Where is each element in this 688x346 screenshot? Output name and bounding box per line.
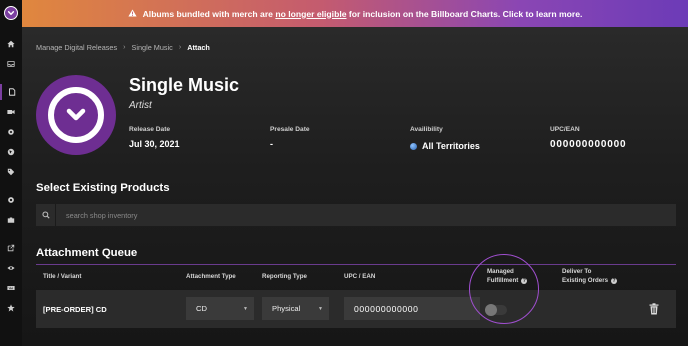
release-title: Single Music xyxy=(129,75,240,95)
row-title: [PRE-ORDER] CD xyxy=(43,305,107,314)
gear-icon[interactable] xyxy=(0,124,22,140)
warning-icon xyxy=(128,8,137,19)
search-bar xyxy=(36,204,676,226)
presale-date-label: Presale Date xyxy=(270,126,310,133)
globe-icon xyxy=(410,143,417,150)
chevron-right-icon: › xyxy=(123,44,126,51)
trash-icon[interactable] xyxy=(649,303,659,315)
attachment-type-select[interactable]: CD ▼ xyxy=(186,297,254,320)
release-date-label: Release Date xyxy=(129,126,171,133)
home-icon[interactable] xyxy=(0,36,22,52)
main-content: Manage Digital Releases › Single Music ›… xyxy=(22,27,688,346)
release-date-value: Jul 30, 2021 xyxy=(129,139,180,149)
video-icon[interactable] xyxy=(0,104,22,120)
chevron-right-icon: › xyxy=(178,44,182,51)
col-reporting-type: Reporting Type xyxy=(262,273,307,280)
upc-input[interactable]: 000000000000 xyxy=(344,297,480,320)
release-artwork xyxy=(36,75,116,155)
caret-down-icon: ▼ xyxy=(243,306,248,312)
col-upc-ean: UPC / EAN xyxy=(344,273,376,280)
app-logo[interactable] xyxy=(4,6,18,20)
eye-icon[interactable] xyxy=(0,260,22,276)
availability-value: All Territories xyxy=(410,141,480,151)
availability-text: All Territories xyxy=(422,141,480,151)
col-attachment-type: Attachment Type xyxy=(186,273,236,280)
col-deliver-existing: Deliver To Existing Orders? xyxy=(562,268,618,286)
chevron-down-icon xyxy=(48,87,104,143)
banner-link[interactable]: no longer eligible xyxy=(275,9,346,19)
presale-date-value: - xyxy=(270,139,273,149)
globe-icon[interactable] xyxy=(0,144,22,160)
upc-label: UPC/EAN xyxy=(550,126,580,133)
tag-icon[interactable] xyxy=(0,164,22,180)
help-icon[interactable]: ? xyxy=(611,277,618,284)
settings-icon[interactable] xyxy=(0,192,22,208)
keyboard-icon[interactable] xyxy=(0,280,22,296)
col-deliver-line2: Existing Orders xyxy=(562,276,609,284)
sidebar xyxy=(0,0,22,346)
breadcrumb-current: Attach xyxy=(187,43,210,52)
banner-text-prefix: Albums bundled with merch are xyxy=(142,8,273,19)
external-link-icon[interactable] xyxy=(0,240,22,256)
select-products-heading: Select Existing Products xyxy=(36,182,170,194)
search-input[interactable] xyxy=(56,204,676,226)
attachment-type-value: CD xyxy=(196,304,207,313)
focus-highlight-ring xyxy=(469,254,539,324)
col-deliver-line1: Deliver To xyxy=(562,268,592,275)
search-icon[interactable] xyxy=(36,204,56,226)
briefcase-icon[interactable] xyxy=(0,212,22,228)
col-title-variant: Title / Variant xyxy=(43,273,82,280)
release-artist: Artist xyxy=(129,100,152,111)
upc-value: 000000000000 xyxy=(550,139,627,150)
queue-row: [PRE-ORDER] CD CD ▼ Physical ▼ 000000000… xyxy=(36,290,676,328)
caret-down-icon: ▼ xyxy=(318,306,323,312)
breadcrumb: Manage Digital Releases › Single Music ›… xyxy=(36,43,210,52)
breadcrumb-item[interactable]: Manage Digital Releases xyxy=(36,43,117,52)
section-divider xyxy=(36,264,676,265)
announcement-banner[interactable]: Albums bundled with merch are no longer … xyxy=(22,0,688,27)
star-icon[interactable] xyxy=(0,300,22,316)
breadcrumb-item[interactable]: Single Music xyxy=(131,43,172,52)
reporting-type-value: Physical xyxy=(272,304,301,313)
inbox-icon[interactable] xyxy=(0,56,22,72)
reporting-type-select[interactable]: Physical ▼ xyxy=(262,297,329,320)
document-icon[interactable] xyxy=(0,84,22,100)
attachment-queue-heading: Attachment Queue xyxy=(36,247,138,259)
banner-text-suffix: for inclusion on the Billboard Charts. C… xyxy=(348,8,583,19)
availability-label: Availibility xyxy=(410,126,443,133)
